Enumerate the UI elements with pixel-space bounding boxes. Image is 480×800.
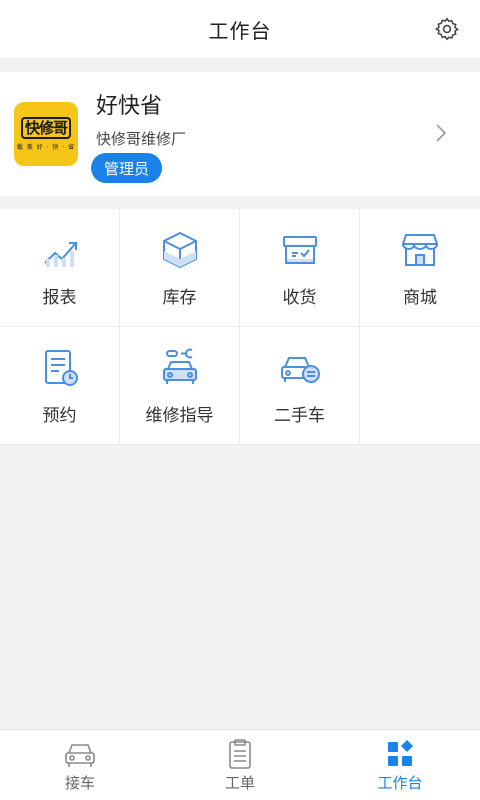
box-icon xyxy=(162,231,197,269)
grid-item-label: 二手车 xyxy=(274,406,325,426)
grid-item-report[interactable]: 报表 xyxy=(0,209,120,327)
grid-item-label: 商城 xyxy=(403,288,437,308)
settings-button[interactable] xyxy=(432,14,462,44)
appointment-icon xyxy=(44,350,78,386)
nav-label: 接车 xyxy=(64,774,95,792)
gear-icon xyxy=(434,17,459,41)
grid-item-receiving[interactable]: 收货 xyxy=(240,209,360,327)
grid-item-mall[interactable]: 商城 xyxy=(360,209,480,327)
nav-item-work-orders[interactable]: 工单 xyxy=(160,730,320,800)
page-title: 工作台 xyxy=(208,18,272,43)
store-icon xyxy=(401,234,439,266)
grid-item-label: 库存 xyxy=(162,288,197,308)
repair-guide-icon xyxy=(162,348,197,384)
grid-item-label: 报表 xyxy=(42,288,77,308)
bottom-nav: 接车 工单 工作台 xyxy=(0,729,480,800)
grid-item-label: 预约 xyxy=(42,406,77,426)
grid-item-inventory[interactable]: 库存 xyxy=(120,209,240,327)
nav-item-workbench[interactable]: 工作台 xyxy=(320,730,480,800)
grid-item-repair-guide[interactable]: 维修指导 xyxy=(120,327,240,445)
grid-item-used-car[interactable]: 二手车 xyxy=(240,327,360,445)
logo-text: 快修哥 xyxy=(20,117,71,139)
grid-item-label: 收货 xyxy=(282,288,317,308)
grid-item-empty xyxy=(360,327,480,445)
store-name: 好快省 xyxy=(96,94,163,119)
top-bar: 工作台 xyxy=(0,0,480,58)
grid-item-label: 维修指导 xyxy=(145,406,214,426)
used-car-icon xyxy=(280,357,320,383)
chart-icon xyxy=(43,242,77,267)
chevron-right-icon[interactable] xyxy=(434,122,448,144)
company-name: 快修哥维修厂 xyxy=(96,130,187,148)
store-logo: 快修哥 载 美 好 · 快 · 省 xyxy=(14,102,78,166)
nav-label: 工作台 xyxy=(377,774,423,792)
logo-subtext: 载 美 好 · 快 · 省 xyxy=(16,144,76,151)
store-profile-card[interactable]: 快修哥 载 美 好 · 快 · 省 好快省 快修哥维修厂 管理员 xyxy=(0,72,480,196)
nav-label: 工单 xyxy=(224,774,255,792)
nav-item-reception[interactable]: 接车 xyxy=(0,730,160,800)
role-badge: 管理员 xyxy=(91,153,163,183)
car-icon xyxy=(65,744,95,767)
function-grid: 报表 库存 收货 商城 预约 维修指导 二手车 xyxy=(0,209,480,445)
clipboard-icon xyxy=(229,739,251,769)
dashboard-icon xyxy=(388,740,413,766)
grid-item-appointment[interactable]: 预约 xyxy=(0,327,120,445)
receive-icon xyxy=(282,236,317,264)
